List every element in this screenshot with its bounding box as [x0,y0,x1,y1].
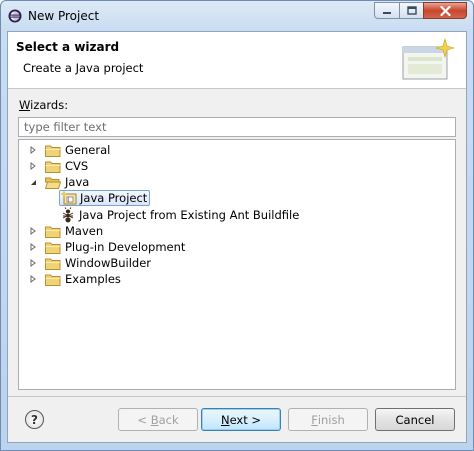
expand-arrow-icon[interactable] [29,162,37,170]
tree-item-label: Java Project [80,191,148,205]
folder-icon [45,161,61,173]
wizard-header: Select a wizard Create a Java project [8,32,466,89]
back-button-mnemonic: B [150,412,159,427]
folder-icon [45,226,61,238]
cancel-button-label: Cancel [395,412,435,427]
dialog-client-area: Select a wizard Create a Java project Wi… [7,31,467,443]
back-button-prefix: < [137,412,151,427]
minimize-button[interactable] [374,2,400,19]
wizards-label-text: izards: [30,98,69,112]
button-bar-separator [8,396,466,397]
help-button[interactable]: ? [25,410,44,429]
tree-item-label: CVS [65,159,89,173]
expand-arrow-icon[interactable] [29,275,37,283]
tree-item-label: General [65,143,111,157]
cancel-button[interactable]: Cancel [375,408,455,431]
wizard-tree[interactable]: General CVS Java J Java Project Java Pro… [18,139,456,390]
folder-icon [45,274,61,286]
svg-text:J: J [67,198,69,204]
tree-item-label: Java Project from Existing Ant Buildfile [79,208,300,222]
new-wizard-banner-icon [402,37,455,80]
java-project-icon: J [61,190,77,205]
folder-icon [45,258,61,270]
tree-item-label: Plug-in Development [65,240,186,254]
tree-item-general[interactable]: General [29,142,110,158]
ant-icon [62,207,74,223]
maximize-icon [406,6,417,15]
back-button[interactable]: < Back [118,408,198,431]
tree-item-examples[interactable]: Examples [29,271,121,287]
tree-item-label: WindowBuilder [65,256,152,270]
open-folder-icon [45,177,61,189]
next-button-label: ext > [229,412,262,427]
eclipse-icon [8,9,22,23]
finish-button-label: inish [317,412,345,427]
close-button[interactable] [423,2,467,19]
tree-item-label: Java [65,175,90,189]
finish-button[interactable]: Finish [288,408,368,431]
header-title: Select a wizard [16,40,120,54]
maximize-button[interactable] [399,2,424,19]
new-project-window: New Project Select a wizard Create a Jav… [0,0,474,451]
tree-item-java-project[interactable]: J Java Project [59,190,151,206]
minimize-icon [383,11,391,14]
tree-item-windowbuilder[interactable]: WindowBuilder [29,255,151,271]
tree-item-java-project-from-ant[interactable]: Java Project from Existing Ant Buildfile [60,207,299,223]
folder-icon [45,145,61,157]
finish-button-mnemonic: F [311,412,318,427]
tree-item-cvs[interactable]: CVS [29,158,88,174]
expand-arrow-icon[interactable] [29,227,37,235]
title-bar[interactable]: New Project [1,1,473,31]
header-subtitle: Create a Java project [23,61,144,75]
expand-arrow-icon[interactable] [29,259,37,267]
selection-highlight[interactable]: J Java Project [59,190,151,206]
filter-input[interactable]: type filter text [18,117,456,137]
tree-item-label: Maven [65,224,104,238]
close-icon [439,5,451,16]
window-title: New Project [28,9,100,23]
tree-item-java[interactable]: Java [29,174,89,190]
help-icon: ? [31,412,38,427]
tree-item-plug-in-development[interactable]: Plug-in Development [29,239,185,255]
collapse-arrow-icon[interactable] [29,178,37,186]
tree-item-maven[interactable]: Maven [29,223,103,239]
wizards-label-mnemonic: W [19,98,31,112]
filter-placeholder: type filter text [24,120,107,134]
back-button-label: ack [158,412,179,427]
folder-icon [45,242,61,254]
expand-arrow-icon[interactable] [29,243,37,251]
wizards-label: Wizards: [19,98,68,112]
next-button-mnemonic: N [220,412,230,427]
next-button[interactable]: Next > [201,408,281,431]
tree-item-label: Examples [65,272,121,286]
expand-arrow-icon[interactable] [29,146,37,154]
